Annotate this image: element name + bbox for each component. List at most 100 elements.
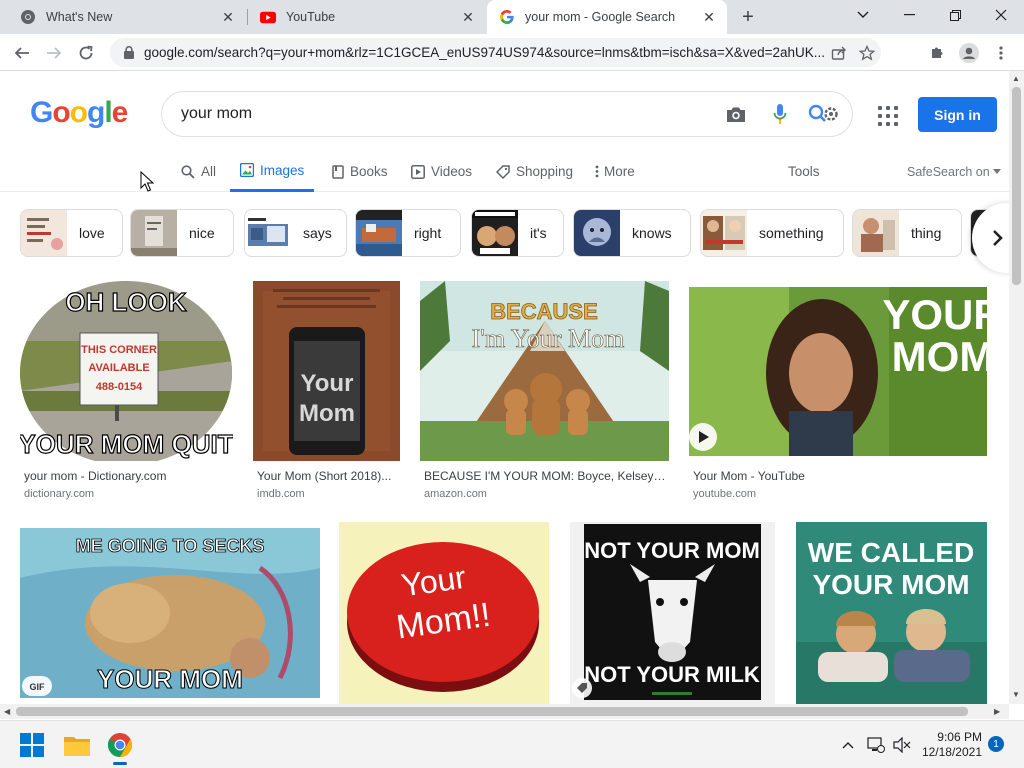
folder-icon — [64, 737, 90, 756]
show-hidden-icons-button[interactable] — [834, 729, 862, 761]
gif-badge: GIF — [30, 682, 46, 692]
close-window-button[interactable] — [978, 0, 1024, 30]
result-image[interactable]: WE CALLED YOUR MOM — [796, 522, 987, 704]
tab-label: Videos — [431, 164, 473, 179]
result-image[interactable]: Your Mom!! — [339, 522, 549, 704]
scroll-up-icon[interactable]: ▲ — [1012, 74, 1020, 83]
restore-button[interactable] — [932, 0, 978, 30]
tab-label: Images — [260, 162, 305, 178]
search-input[interactable]: your mom — [181, 105, 714, 123]
chip-love[interactable]: love — [20, 209, 123, 257]
chip-something[interactable]: something — [700, 209, 844, 257]
browser-menu-button[interactable] — [987, 39, 1015, 67]
tab-videos[interactable]: Videos — [409, 151, 474, 192]
tab-shopping[interactable]: Shopping — [494, 151, 575, 192]
arrow-left-icon — [14, 47, 29, 59]
minimize-button[interactable] — [886, 0, 932, 30]
address-bar[interactable]: google.com/search?q=your+mom&rlz=1C1GCEA… — [110, 38, 881, 67]
result-image[interactable]: NOT YOUR MOM NOT YOUR MILK — [570, 522, 775, 704]
result-image[interactable]: YOUR MOM — [689, 281, 987, 461]
image-caption: WE CALLED — [808, 537, 974, 568]
file-explorer-button[interactable] — [61, 729, 93, 761]
tab-whats-new[interactable]: What's New ✕ — [8, 0, 246, 34]
tab-google-search[interactable]: your mom - Google Search ✕ — [487, 0, 727, 34]
search-box[interactable]: your mom — [161, 91, 853, 137]
google-logo[interactable]: Google — [30, 96, 128, 130]
image-result[interactable]: Your Mom Your Mom (Short 2018)... imdb.c… — [253, 281, 401, 503]
close-tab-icon[interactable]: ✕ — [460, 9, 476, 25]
result-source[interactable]: amazon.com — [424, 488, 487, 500]
tools-button[interactable]: Tools — [788, 151, 820, 192]
result-title[interactable]: Your Mom - YouTube — [693, 469, 983, 483]
horizontal-scrollbar[interactable]: ◀ ▶ — [0, 704, 1009, 719]
image-caption: NOT YOUR MILK — [584, 662, 760, 687]
camera-icon[interactable] — [714, 94, 758, 134]
chrome-icon — [108, 733, 132, 757]
tab-more[interactable]: More — [593, 151, 637, 192]
image-result[interactable]: OH LOOK THIS CORNER AVAILABLE 488-0154 Y… — [20, 281, 234, 503]
chip-thing[interactable]: thing — [852, 209, 962, 257]
close-tab-icon[interactable]: ✕ — [701, 9, 717, 25]
chevron-right-icon — [993, 230, 1003, 246]
image-result[interactable]: Your Mom!! — [339, 522, 550, 704]
scroll-down-icon[interactable]: ▼ — [1012, 690, 1020, 699]
vertical-scrollbar-thumb[interactable] — [1012, 87, 1021, 285]
chip-knows[interactable]: knows — [573, 209, 691, 257]
chip-says[interactable]: says — [244, 209, 347, 257]
chip-its[interactable]: it's — [471, 209, 564, 257]
tab-strip: What's New ✕ YouTube ✕ your mom - Google… — [0, 0, 1024, 34]
extensions-button[interactable] — [923, 39, 951, 67]
chip-thumbnail — [472, 210, 518, 256]
lock-icon[interactable] — [114, 46, 144, 59]
safesearch-dropdown[interactable]: SafeSearch on — [907, 151, 1001, 192]
sign-in-button[interactable]: Sign in — [918, 97, 997, 132]
image-caption: Your — [301, 370, 354, 397]
bookmark-star-icon[interactable] — [853, 44, 881, 61]
new-tab-button[interactable]: + — [736, 5, 760, 29]
search-settings-icon[interactable] — [802, 94, 846, 134]
clock[interactable]: 9:06 PM 12/18/2021 — [912, 730, 982, 760]
notification-badge[interactable]: 1 — [988, 736, 1004, 752]
image-result[interactable]: WE CALLED YOUR MOM — [796, 522, 988, 704]
tab-images[interactable]: Images — [230, 151, 315, 192]
chip-thumbnail — [853, 210, 899, 256]
image-result[interactable]: ME GOING TO SECKS YOUR MOM GIF — [20, 528, 321, 704]
result-title[interactable]: your mom - Dictionary.com — [24, 469, 230, 483]
google-apps-icon[interactable] — [873, 101, 899, 127]
image-result[interactable]: YOUR MOM Your Mom - YouTube youtube.com — [689, 281, 989, 503]
tab-books[interactable]: Books — [330, 151, 390, 192]
image-result[interactable]: NOT YOUR MOM NOT YOUR MILK — [570, 522, 775, 704]
image-result[interactable]: BECAUSE I'm Your Mom BECAUSE I'M YOUR MO… — [420, 281, 670, 503]
reload-button[interactable] — [72, 39, 100, 67]
back-button[interactable] — [8, 39, 36, 67]
tab-search-button[interactable] — [840, 0, 886, 30]
share-icon[interactable] — [825, 45, 853, 61]
result-source[interactable]: imdb.com — [257, 488, 305, 500]
tab-youtube[interactable]: YouTube ✕ — [248, 0, 486, 34]
result-image[interactable]: BECAUSE I'm Your Mom — [420, 281, 669, 461]
result-source[interactable]: dictionary.com — [24, 488, 94, 500]
active-app-indicator — [113, 762, 127, 765]
result-source[interactable]: youtube.com — [693, 488, 756, 500]
horizontal-scrollbar-thumb[interactable] — [16, 707, 968, 716]
vertical-scrollbar[interactable]: ▲ ▼ — [1009, 71, 1024, 704]
chip-nice[interactable]: nice — [130, 209, 234, 257]
network-button[interactable] — [862, 729, 890, 761]
chip-right[interactable]: right — [355, 209, 461, 257]
scroll-right-icon[interactable]: ▶ — [994, 707, 1000, 716]
tab-label: More — [604, 164, 635, 179]
image-caption: BECAUSE — [490, 299, 598, 324]
start-button[interactable] — [16, 729, 48, 761]
result-image[interactable]: OH LOOK THIS CORNER AVAILABLE 488-0154 Y… — [20, 281, 233, 461]
result-image[interactable]: Your Mom — [253, 281, 400, 461]
profile-button[interactable] — [955, 39, 983, 67]
tab-all[interactable]: All — [179, 151, 218, 192]
scroll-left-icon[interactable]: ◀ — [4, 707, 10, 716]
forward-button[interactable] — [40, 39, 68, 67]
close-tab-icon[interactable]: ✕ — [220, 9, 236, 25]
result-image[interactable]: ME GOING TO SECKS YOUR MOM GIF — [20, 528, 320, 698]
microphone-icon[interactable] — [758, 94, 802, 134]
result-title[interactable]: BECAUSE I'M YOUR MOM: Boyce, Kelsey J... — [424, 469, 666, 483]
result-title[interactable]: Your Mom (Short 2018)... — [257, 469, 399, 483]
chrome-taskbar-button[interactable] — [104, 729, 136, 765]
